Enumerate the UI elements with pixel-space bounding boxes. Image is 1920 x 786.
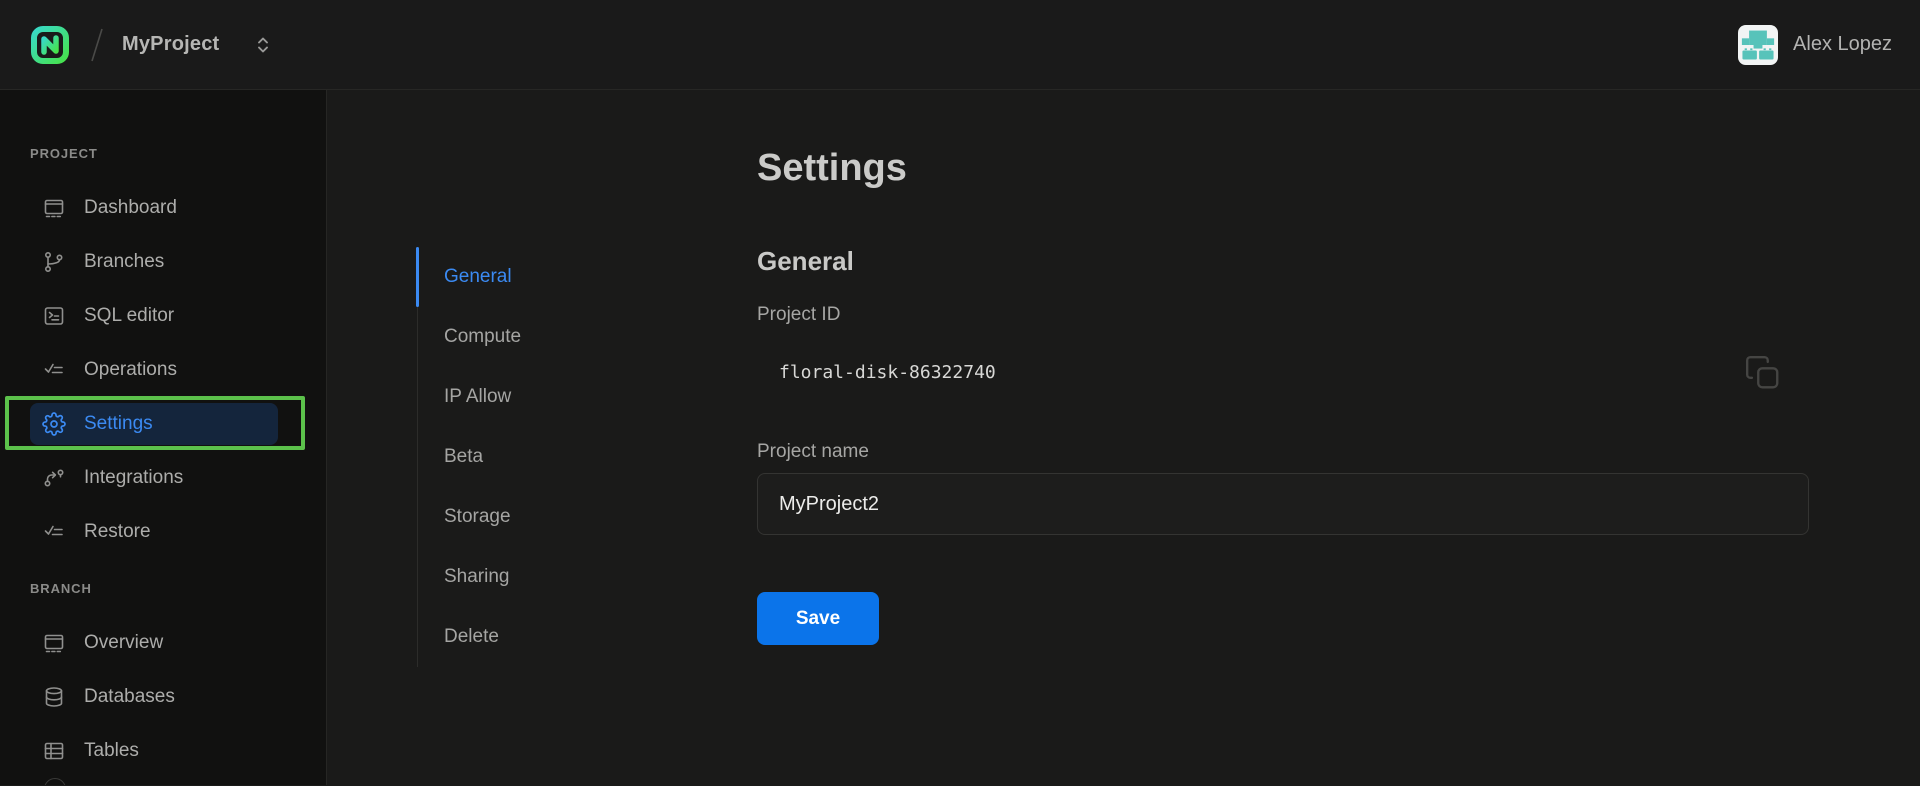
project-id-row: floral-disk-86322740 [757, 354, 1809, 392]
settings-nav-item-storage[interactable]: Storage [418, 487, 578, 547]
settings-nav-item-compute[interactable]: Compute [418, 307, 578, 367]
sidebar-item-integrations[interactable]: Integrations [30, 457, 278, 499]
settings-nav-label: Delete [444, 626, 499, 648]
settings-nav-item-sharing[interactable]: Sharing [418, 547, 578, 607]
breadcrumb-slash [90, 26, 104, 64]
sidebar-item-databases[interactable]: Databases [30, 676, 278, 718]
main-content: General Compute IP Allow Beta Storage Sh… [327, 90, 1920, 785]
active-indicator-bar [416, 247, 419, 307]
workflow-icon [42, 466, 66, 490]
save-button[interactable]: Save [757, 592, 879, 645]
page-title: Settings [757, 145, 1809, 192]
terminal-icon [42, 304, 66, 328]
checklist-icon [42, 520, 66, 544]
neon-logo[interactable] [30, 25, 70, 65]
settings-nav-label: Compute [444, 326, 521, 348]
project-name-input[interactable] [757, 473, 1809, 535]
sidebar-item-sql-editor[interactable]: SQL editor [30, 295, 278, 337]
sidebar-item-label: Overview [84, 632, 163, 654]
section-title-general: General [757, 246, 1809, 277]
settings-nav-label: General [444, 266, 512, 288]
database-icon [42, 685, 66, 709]
settings-nav-item-beta[interactable]: Beta [418, 427, 578, 487]
sidebar-item-label: Settings [84, 413, 153, 435]
settings-nav-item-ip-allow[interactable]: IP Allow [418, 367, 578, 427]
sidebar-item-settings[interactable]: Settings [30, 403, 278, 445]
sidebar-item-operations[interactable]: Operations [30, 349, 278, 391]
breadcrumb-project-name: MyProject [122, 33, 219, 56]
sidebar-item-restore[interactable]: Restore [30, 511, 278, 553]
table-icon [42, 739, 66, 763]
project-selector[interactable]: MyProject [122, 33, 271, 56]
sidebar-item-branches[interactable]: Branches [30, 241, 278, 283]
chevron-up-down-icon [255, 35, 271, 55]
sidebar-item-label: SQL editor [84, 305, 174, 327]
git-branch-icon [42, 250, 66, 274]
copy-icon [1744, 354, 1782, 392]
sidebar-item-label: Integrations [84, 467, 183, 489]
user-name: Alex Lopez [1793, 33, 1892, 56]
top-header: MyProject [0, 0, 1920, 90]
sidebar-section-project: PROJECT [30, 146, 326, 161]
checklist-icon [42, 358, 66, 382]
settings-nav-label: Sharing [444, 566, 510, 588]
settings-nav-label: IP Allow [444, 386, 511, 408]
settings-panel: Settings General Project ID floral-disk-… [757, 145, 1809, 645]
sidebar-item-label: Dashboard [84, 197, 177, 219]
user-menu[interactable]: Alex Lopez [1738, 25, 1892, 65]
settings-nav-item-general[interactable]: General [418, 247, 578, 307]
window-icon [42, 631, 66, 655]
sidebar: PROJECT Dashboard Branches [0, 90, 327, 785]
project-id-label: Project ID [757, 304, 1809, 326]
sidebar-item-label: Branches [84, 251, 164, 273]
sidebar-item-overview[interactable]: Overview [30, 622, 278, 664]
sidebar-section-branch: BRANCH [30, 581, 326, 596]
gear-icon [42, 412, 66, 436]
sidebar-item-label: Operations [84, 359, 177, 381]
project-id-value: floral-disk-86322740 [757, 354, 1809, 392]
settings-nav-label: Storage [444, 506, 511, 528]
settings-subnav: General Compute IP Allow Beta Storage Sh… [417, 247, 578, 667]
sidebar-item-label: Tables [84, 740, 139, 762]
settings-nav-label: Beta [444, 446, 483, 468]
sidebar-item-label: Restore [84, 521, 151, 543]
sidebar-item-label: Databases [84, 686, 175, 708]
sidebar-item-tables[interactable]: Tables [30, 730, 278, 772]
avatar [1738, 25, 1778, 65]
project-name-label: Project name [757, 441, 1809, 463]
copy-button[interactable] [1744, 354, 1782, 392]
settings-nav-item-delete[interactable]: Delete [418, 607, 578, 667]
partial-hidden-item-icon [44, 778, 66, 785]
window-icon [42, 196, 66, 220]
sidebar-item-dashboard[interactable]: Dashboard [30, 187, 278, 229]
